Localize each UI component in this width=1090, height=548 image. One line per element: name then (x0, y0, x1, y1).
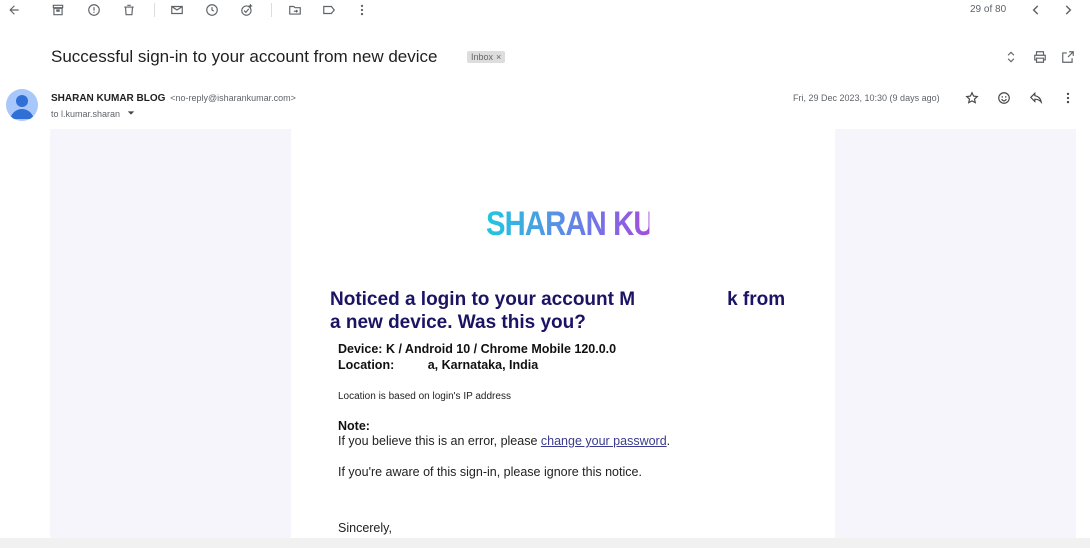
sender-info: SHARAN KUMAR BLOG <no-reply@isharankumar… (51, 93, 296, 104)
older-chevron-icon[interactable] (1060, 2, 1076, 18)
emoji-reaction-icon[interactable] (996, 90, 1012, 106)
signoff: Sincerely, (338, 521, 392, 535)
email-body-card: SHARAN KUMAR Noticed a login to your acc… (291, 129, 835, 538)
note-body: If you believe this is an error, please … (338, 434, 670, 448)
archive-icon[interactable] (50, 2, 66, 18)
recipient-line[interactable]: to l.kumar.sharan (51, 109, 135, 119)
note-end: . (666, 434, 671, 448)
location-label: Location: (338, 358, 395, 372)
sender-address: <no-reply@isharankumar.com> (170, 93, 296, 103)
note-text: If you believe this is an error, please (338, 434, 541, 448)
delete-icon[interactable] (121, 2, 137, 18)
location-note: Location is based on login's IP address (338, 391, 511, 402)
email-date: Fri, 29 Dec 2023, 10:30 (9 days ago) (793, 93, 940, 103)
toolbar: 29 of 80 (0, 0, 1090, 20)
device-line: Device: K / Android 10 / Chrome Mobile 1… (338, 342, 617, 356)
mark-unread-icon[interactable] (169, 2, 185, 18)
alert-headline: Noticed a login to your account Mk from … (330, 288, 800, 334)
location-line: Location: a, Karnataka, India (338, 357, 616, 373)
redaction-mark (635, 291, 728, 308)
bottom-scroll-bar (0, 538, 1090, 548)
expand-all-icon[interactable] (1003, 49, 1019, 65)
note-title: Note: (338, 419, 370, 433)
snooze-icon[interactable] (204, 2, 220, 18)
aware-notice: If you're aware of this sign-in, please … (338, 465, 642, 479)
redaction-mark (397, 357, 428, 369)
recipient-details-dropdown-icon[interactable] (127, 109, 135, 119)
location-value: a, Karnataka, India (427, 358, 539, 372)
open-in-new-window-icon[interactable] (1060, 49, 1076, 65)
pager-text: 29 of 80 (970, 4, 1007, 15)
add-task-icon[interactable] (239, 2, 255, 18)
headline-part1: Noticed a login to your account M (330, 289, 636, 310)
back-arrow-icon[interactable] (6, 2, 22, 18)
print-icon[interactable] (1032, 49, 1048, 65)
inbox-label-text: Inbox (471, 52, 494, 62)
message-more-icon[interactable] (1060, 90, 1076, 106)
recipient-text: to l.kumar.sharan (51, 109, 121, 119)
sender-avatar[interactable] (6, 89, 38, 121)
reply-icon[interactable] (1028, 90, 1044, 106)
more-vert-icon[interactable] (354, 2, 370, 18)
remove-label-icon[interactable]: × (496, 52, 501, 62)
newer-chevron-icon[interactable] (1028, 2, 1044, 18)
brand-logo-text: SHARAN KUMAR (486, 204, 649, 243)
brand-logo: SHARAN KUMAR (486, 203, 649, 243)
star-icon[interactable] (964, 90, 980, 106)
login-details: Device: K / Android 10 / Chrome Mobile 1… (338, 342, 616, 373)
inbox-label-chip[interactable]: Inbox × (467, 51, 506, 63)
report-spam-icon[interactable] (86, 2, 102, 18)
sender-name[interactable]: SHARAN KUMAR BLOG (51, 93, 165, 104)
move-to-icon[interactable] (287, 2, 303, 18)
subject-row: Successful sign-in to your account from … (0, 42, 1090, 72)
email-subject: Successful sign-in to your account from … (51, 47, 438, 66)
label-icon[interactable] (321, 2, 337, 18)
change-password-link[interactable]: change your password (541, 434, 667, 448)
